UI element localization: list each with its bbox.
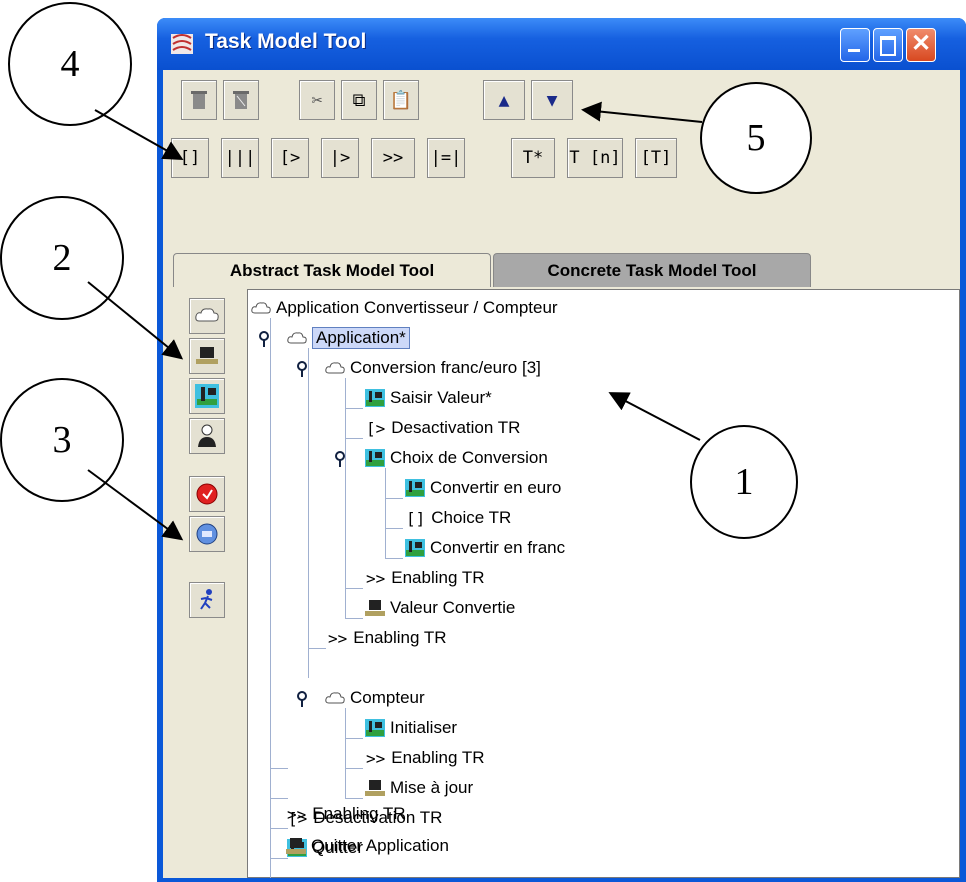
callout-arrows <box>87 101 703 541</box>
